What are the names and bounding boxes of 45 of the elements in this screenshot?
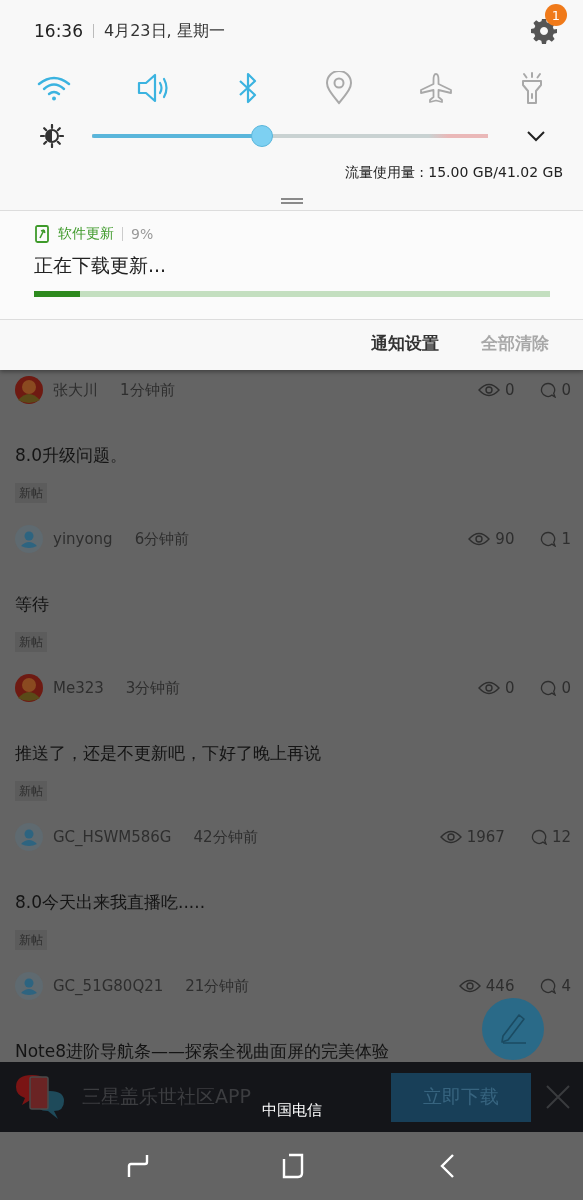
location-pin-icon[interactable] xyxy=(325,71,353,105)
speaker-icon[interactable] xyxy=(137,73,171,103)
clock-time: 16:36 xyxy=(34,21,83,41)
eye-icon xyxy=(458,979,481,993)
avatar-icon xyxy=(15,972,43,1000)
percent-text: 9% xyxy=(131,226,154,242)
wifi-icon[interactable] xyxy=(37,75,71,101)
chat-bubbles-icon xyxy=(14,1073,66,1121)
notification-action[interactable]: 通知设置 xyxy=(371,332,439,355)
comment-icon xyxy=(540,680,557,696)
carrier-name: 中国电信 xyxy=(261,1101,322,1119)
pencil-icon xyxy=(498,1013,528,1045)
app-name: 软件更新 xyxy=(58,225,114,243)
post-title[interactable]: 推送了，还是不更新吧，下好了晚上再说 xyxy=(15,739,321,767)
avatar-icon xyxy=(15,525,43,553)
drag-handle-icon[interactable] xyxy=(280,198,303,204)
eye-icon xyxy=(439,830,462,844)
eye-icon xyxy=(477,383,500,397)
comment-icon xyxy=(530,829,547,845)
chevron-down-icon[interactable] xyxy=(527,130,545,142)
post-title[interactable]: 8.0今天出来我直播吃..... xyxy=(15,888,206,916)
notification-title: 正在下载更新... xyxy=(34,254,167,276)
post-title[interactable]: 8.0升级问题。 xyxy=(15,441,128,469)
settings-icon[interactable] xyxy=(531,18,557,44)
avatar-icon xyxy=(15,823,43,851)
notification-card[interactable]: 软件更新 9% 正在下载更新... xyxy=(0,210,583,320)
slider-thumb[interactable] xyxy=(251,125,274,147)
home-icon[interactable] xyxy=(281,1153,306,1179)
brightness-icon xyxy=(40,124,64,148)
eye-icon xyxy=(477,681,500,695)
post-title[interactable]: Note8进阶导航条——探索全视曲面屏的完美体验 xyxy=(15,1037,390,1065)
comment-icon xyxy=(540,382,557,398)
comment-icon xyxy=(540,531,557,547)
bluetooth-icon[interactable] xyxy=(237,72,259,104)
recents-icon[interactable] xyxy=(125,1153,150,1179)
flashlight-icon[interactable] xyxy=(519,71,545,105)
data-usage-text: 流量使用量 : 15.00 GB/41.02 GB xyxy=(344,164,563,180)
date-text: 4月23日, 星期一 xyxy=(104,20,225,42)
eye-icon xyxy=(468,532,491,546)
close-icon[interactable] xyxy=(545,1084,571,1110)
phone-update-icon xyxy=(34,225,50,243)
notification-badge: 1 xyxy=(545,4,567,26)
airplane-icon[interactable] xyxy=(419,72,453,104)
comment-icon xyxy=(540,978,557,994)
post-title[interactable]: 等待 xyxy=(15,590,49,618)
